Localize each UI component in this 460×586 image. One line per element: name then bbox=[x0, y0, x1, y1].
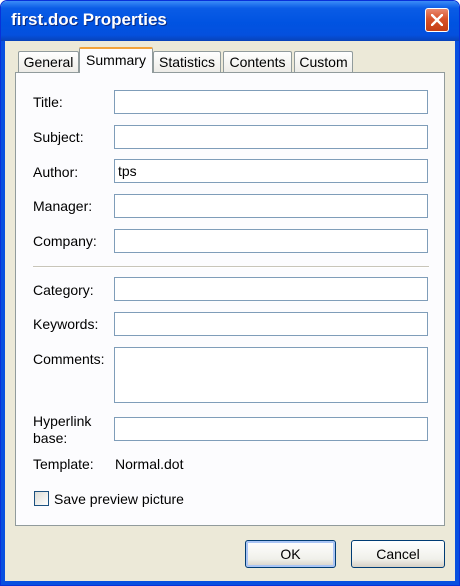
manager-label: Manager: bbox=[33, 198, 93, 214]
tab-summary[interactable]: Summary bbox=[79, 47, 153, 73]
cancel-button[interactable]: Cancel bbox=[351, 540, 445, 568]
comments-field[interactable] bbox=[114, 347, 428, 403]
save-preview-label[interactable]: Save preview picture bbox=[54, 491, 184, 507]
subject-field[interactable] bbox=[114, 125, 428, 149]
tab-contents[interactable]: Contents bbox=[223, 51, 292, 73]
hyperlink-base-label-line2: base: bbox=[33, 430, 68, 446]
window-border-right bbox=[455, 41, 459, 585]
manager-field[interactable] bbox=[114, 194, 428, 218]
properties-dialog: first.doc Properties General Summary Sta… bbox=[0, 0, 460, 586]
template-value: Normal.dot bbox=[115, 456, 184, 472]
window-title: first.doc Properties bbox=[11, 10, 167, 29]
ok-button[interactable]: OK bbox=[245, 540, 336, 568]
hyperlink-base-label-line1: Hyperlink bbox=[33, 413, 92, 429]
keywords-field[interactable] bbox=[114, 312, 428, 336]
author-label: Author: bbox=[33, 164, 79, 180]
window-border-left bbox=[1, 41, 5, 585]
template-label: Template: bbox=[33, 456, 94, 472]
title-bar[interactable]: first.doc Properties bbox=[1, 1, 459, 41]
title-label: Title: bbox=[33, 94, 63, 110]
title-field[interactable] bbox=[114, 90, 428, 114]
tab-custom[interactable]: Custom bbox=[294, 51, 353, 73]
comments-label: Comments: bbox=[33, 351, 105, 367]
subject-label: Subject: bbox=[33, 129, 84, 145]
close-button[interactable] bbox=[425, 8, 449, 32]
tab-general[interactable]: General bbox=[18, 51, 79, 73]
section-divider bbox=[33, 266, 429, 268]
company-field[interactable] bbox=[114, 229, 428, 253]
tab-statistics[interactable]: Statistics bbox=[153, 51, 221, 73]
keywords-label: Keywords: bbox=[33, 316, 99, 332]
window-border-bottom bbox=[1, 581, 459, 585]
category-label: Category: bbox=[33, 282, 94, 298]
author-field[interactable]: tps bbox=[114, 159, 428, 183]
hyperlink-base-field[interactable] bbox=[114, 417, 428, 441]
company-label: Company: bbox=[33, 233, 97, 249]
category-field[interactable] bbox=[114, 277, 428, 301]
save-preview-checkbox[interactable] bbox=[34, 491, 49, 506]
close-icon bbox=[431, 14, 443, 26]
